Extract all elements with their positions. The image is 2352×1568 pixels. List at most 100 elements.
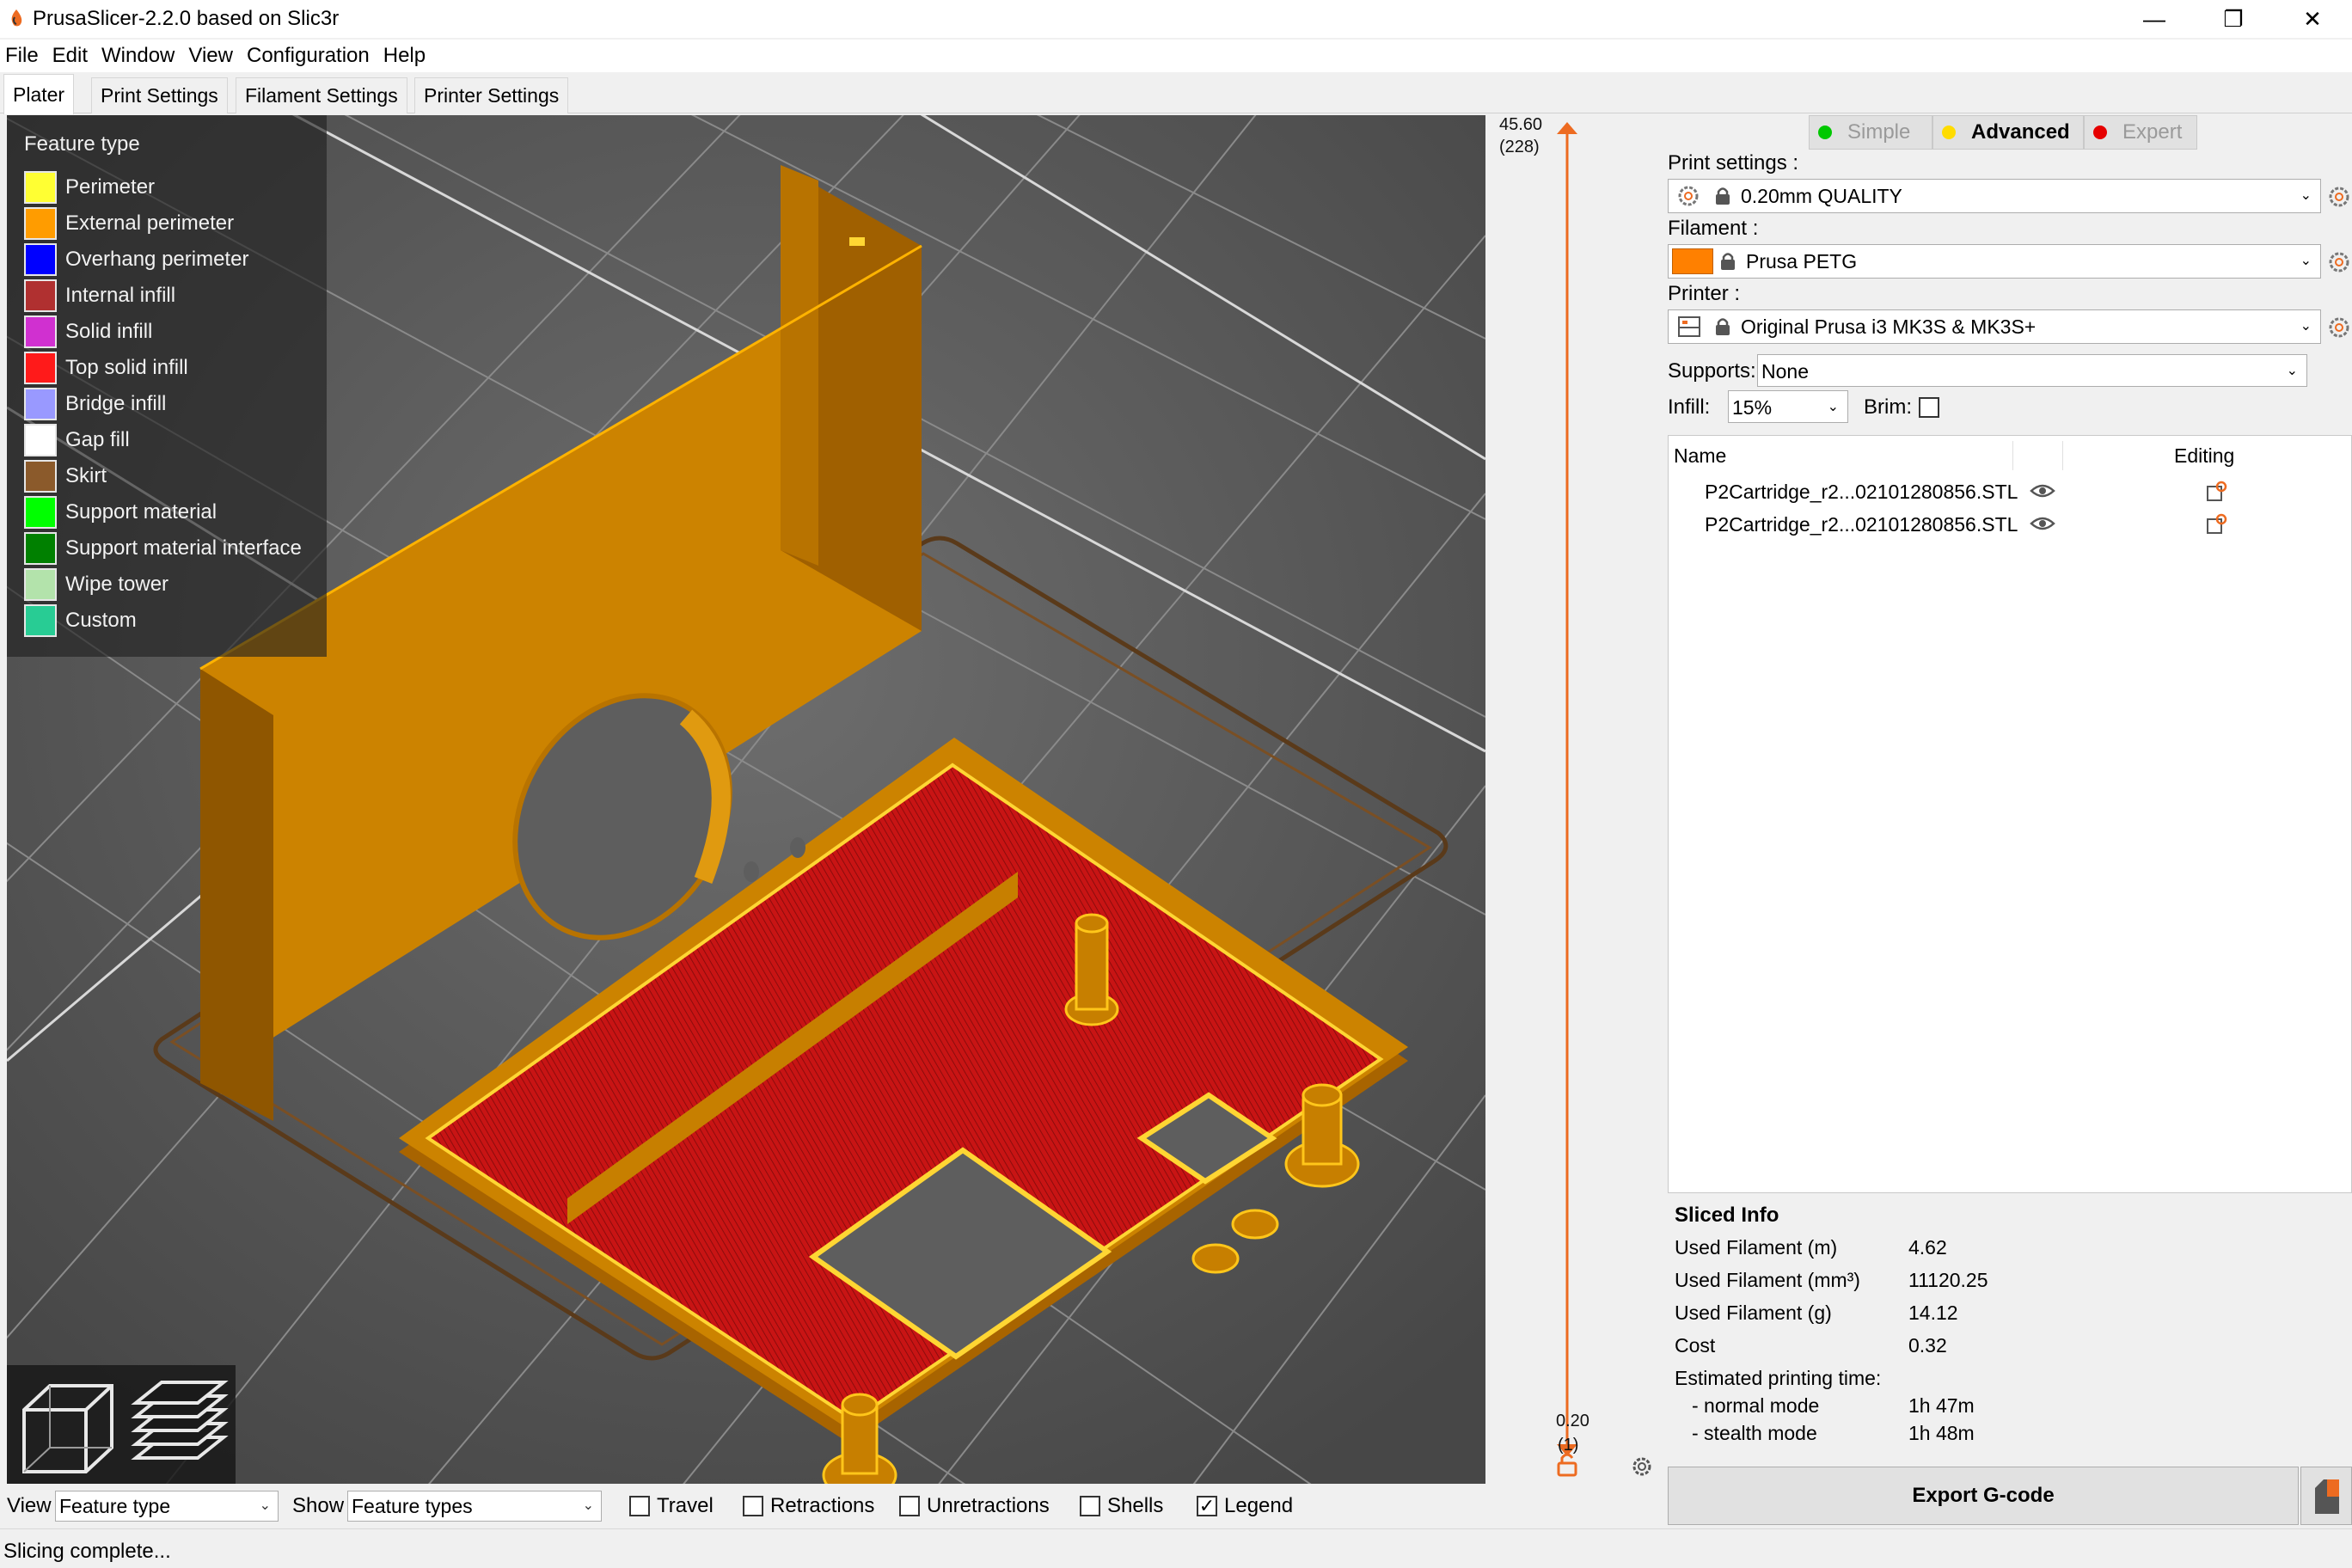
tab-filament-settings[interactable]: Filament Settings bbox=[236, 77, 407, 113]
slider-top-layer: (228) bbox=[1499, 138, 1540, 156]
green-dot-icon bbox=[1818, 126, 1832, 139]
view-toolbar bbox=[7, 1365, 236, 1484]
shells-checkbox[interactable]: Shells bbox=[1080, 1494, 1163, 1518]
infill-label: Infill: bbox=[1668, 395, 1711, 419]
checkbox-box[interactable] bbox=[899, 1496, 920, 1516]
mode-expert-button[interactable]: Expert bbox=[2084, 115, 2197, 150]
minimize-button[interactable]: — bbox=[2115, 0, 2194, 38]
gear-icon[interactable] bbox=[1630, 1455, 1654, 1479]
layers-view-icon[interactable] bbox=[127, 1375, 230, 1477]
checkbox-label: Shells bbox=[1107, 1494, 1164, 1517]
menu-configuration[interactable]: Configuration bbox=[240, 40, 377, 72]
eye-icon[interactable] bbox=[2030, 515, 2055, 532]
menu-edit[interactable]: Edit bbox=[46, 40, 95, 72]
slider-track[interactable] bbox=[1554, 120, 1580, 1479]
brim-checkbox[interactable] bbox=[1919, 397, 1939, 418]
object-list[interactable]: Name Editing P2Cartridge_r2...0210128085… bbox=[1668, 435, 2352, 1193]
legend-item: Top solid infill bbox=[24, 351, 188, 385]
used-filament-m-label: Used Filament (m) bbox=[1675, 1236, 1838, 1259]
legend-swatch bbox=[24, 388, 57, 420]
normal-mode-label: - normal mode bbox=[1692, 1394, 1820, 1417]
print-settings-select[interactable]: 0.20mm QUALITY ⌄ bbox=[1668, 179, 2321, 213]
checkbox-box[interactable] bbox=[1080, 1496, 1100, 1516]
used-filament-mm3-label: Used Filament (mm³) bbox=[1675, 1269, 1860, 1291]
title-bar: PrusaSlicer-2.2.0 based on Slic3r — ❐ ✕ bbox=[0, 0, 2352, 38]
supports-value: None bbox=[1761, 360, 1809, 383]
export-gcode-button[interactable]: Export G-code bbox=[1668, 1467, 2299, 1525]
gear-icon[interactable] bbox=[2326, 315, 2352, 340]
legend-label: Custom bbox=[65, 609, 137, 632]
chevron-down-icon: ⌄ bbox=[1827, 400, 1839, 414]
object-row[interactable]: P2Cartridge_r2...02101280856.STL bbox=[1669, 508, 2351, 541]
legend-item: Internal infill bbox=[24, 279, 175, 313]
legend-item: Perimeter bbox=[24, 170, 155, 205]
legend-item: Support material bbox=[24, 495, 217, 530]
prusaslicer-logo-icon bbox=[11, 9, 22, 27]
3d-view-cube-icon[interactable] bbox=[15, 1375, 119, 1477]
legend-label: Wipe tower bbox=[65, 573, 169, 596]
legend-checkbox[interactable]: ✓ Legend bbox=[1197, 1494, 1293, 1518]
legend-label: Perimeter bbox=[65, 175, 156, 199]
checkmark-icon[interactable]: ✓ bbox=[1197, 1496, 1217, 1516]
legend-label: Overhang perimeter bbox=[65, 248, 249, 271]
checkbox-box[interactable] bbox=[743, 1496, 763, 1516]
unretractions-checkbox[interactable]: Unretractions bbox=[899, 1494, 1050, 1518]
supports-select[interactable]: None ⌄ bbox=[1757, 354, 2307, 387]
menu-help[interactable]: Help bbox=[377, 40, 432, 72]
printer-icon bbox=[1678, 316, 1700, 337]
mode-advanced-button[interactable]: Advanced bbox=[1932, 115, 2084, 150]
tab-printer-settings[interactable]: Printer Settings bbox=[414, 77, 569, 113]
filament-value: Prusa PETG bbox=[1746, 250, 1858, 273]
object-row[interactable]: P2Cartridge_r2...02101280856.STL bbox=[1669, 475, 2351, 508]
show-select[interactable]: Feature types ⌄ bbox=[347, 1491, 602, 1522]
tab-print-settings[interactable]: Print Settings bbox=[91, 77, 228, 113]
yellow-dot-icon bbox=[1942, 126, 1956, 139]
window-title: PrusaSlicer-2.2.0 based on Slic3r bbox=[33, 7, 340, 30]
chevron-down-icon: ⌄ bbox=[2286, 364, 2298, 378]
view-select[interactable]: Feature type ⌄ bbox=[55, 1491, 279, 1522]
legend-swatch bbox=[24, 568, 57, 601]
gear-icon[interactable] bbox=[2326, 184, 2352, 210]
edit-object-icon[interactable] bbox=[2205, 481, 2227, 503]
printer-select[interactable]: Original Prusa i3 MK3S & MK3S+ ⌄ bbox=[1668, 309, 2321, 344]
maximize-button[interactable]: ❐ bbox=[2194, 0, 2273, 38]
legend-swatch bbox=[24, 460, 57, 493]
checkbox-box[interactable] bbox=[629, 1496, 650, 1516]
close-button[interactable]: ✕ bbox=[2273, 0, 2352, 38]
upper-thumb bbox=[1557, 122, 1577, 134]
legend-label: External perimeter bbox=[65, 211, 235, 235]
legend-swatch bbox=[24, 352, 57, 384]
slider-bottom-value: 0.20 bbox=[1556, 1412, 1589, 1430]
chevron-down-icon: ⌄ bbox=[2300, 188, 2312, 203]
checkbox-label: Legend bbox=[1224, 1494, 1294, 1517]
legend-item: Support material interface bbox=[24, 531, 302, 566]
tab-bar: Plater Print Settings Filament Settings … bbox=[0, 74, 2352, 114]
used-filament-mm3-value: 11120.25 bbox=[1908, 1269, 1988, 1291]
filament-select[interactable]: Prusa PETG ⌄ bbox=[1668, 244, 2321, 279]
eye-icon[interactable] bbox=[2030, 482, 2055, 499]
infill-select[interactable]: 15% ⌄ bbox=[1728, 390, 1848, 423]
tab-plater[interactable]: Plater bbox=[3, 74, 75, 114]
mode-label: Expert bbox=[2122, 120, 2183, 144]
menu-file[interactable]: File bbox=[0, 40, 46, 72]
sliced-info-title: Sliced Info bbox=[1675, 1204, 1779, 1227]
chevron-down-icon: ⌄ bbox=[2300, 254, 2312, 268]
layer-slider[interactable]: 45.60 (228) 0.20 (1) bbox=[1485, 115, 1657, 1484]
retractions-checkbox[interactable]: Retractions bbox=[743, 1494, 874, 1518]
stealth-mode-value: 1h 48m bbox=[1908, 1422, 1975, 1444]
column-header-name[interactable]: Name bbox=[1674, 444, 1726, 468]
gear-icon bbox=[1678, 186, 1699, 206]
view-label: View bbox=[7, 1494, 52, 1517]
gear-icon[interactable] bbox=[2326, 249, 2352, 275]
legend-panel: Feature type Perimeter External perimete… bbox=[7, 115, 327, 657]
send-to-printer-button[interactable] bbox=[2300, 1467, 2352, 1525]
menu-window[interactable]: Window bbox=[95, 40, 181, 72]
menu-view[interactable]: View bbox=[181, 40, 240, 72]
column-header-editing[interactable]: Editing bbox=[2174, 444, 2234, 468]
travel-checkbox[interactable]: Travel bbox=[629, 1494, 714, 1518]
column-divider bbox=[2012, 441, 2013, 470]
stealth-mode-label: - stealth mode bbox=[1692, 1422, 1817, 1444]
mode-simple-button[interactable]: Simple bbox=[1809, 115, 1932, 150]
edit-object-icon[interactable] bbox=[2205, 513, 2227, 536]
filament-color-swatch[interactable] bbox=[1672, 248, 1713, 274]
